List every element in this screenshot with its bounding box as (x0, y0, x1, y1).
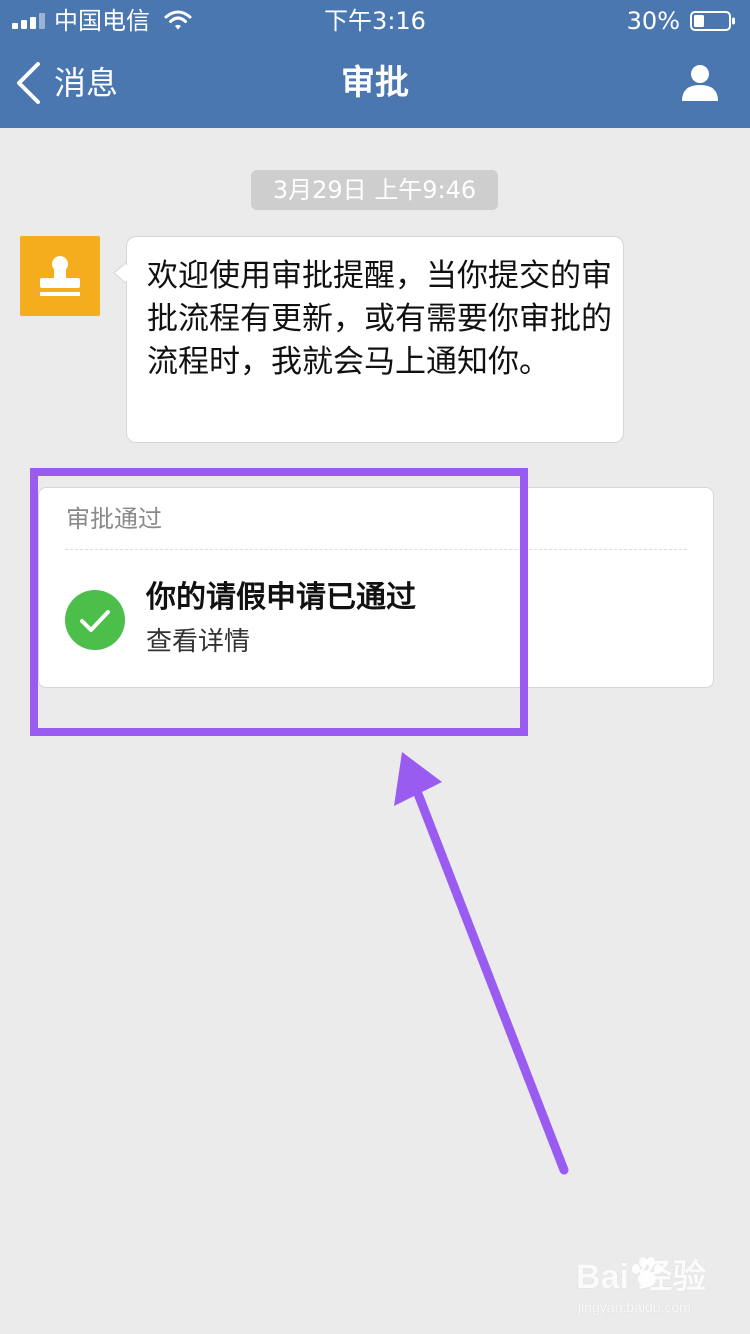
view-details-link[interactable]: 查看详情 (146, 624, 250, 660)
avatar[interactable] (20, 236, 100, 316)
navigation-bar: 消息 审批 (0, 40, 750, 128)
paw-icon (632, 1257, 662, 1287)
stamp-icon (40, 256, 80, 296)
message-timestamp: 3月29日 上午9:46 (251, 170, 498, 210)
card-title: 你的请假申请已通过 (146, 580, 416, 615)
battery-percentage: 30% (626, 7, 680, 35)
watermark-url: jingyan.baidu.com (578, 1299, 691, 1315)
card-header: 审批通过 (66, 505, 162, 533)
check-circle-icon (65, 590, 125, 650)
user-icon[interactable] (680, 62, 720, 102)
page-title: 审批 (341, 63, 409, 103)
battery-icon (690, 11, 735, 31)
bubble-tail-cover (117, 263, 129, 283)
message-bubble: 欢迎使用审批提醒，当你提交的审批流程有更新，或有需要你审批的流程时，我就会马上通… (126, 236, 624, 443)
card-divider (65, 549, 687, 550)
arrow-annotation (394, 752, 569, 1175)
watermark: Bai 经验 jingyan.baidu.com (574, 1252, 724, 1322)
top-bar: 中国电信 下午3:16 30% 消息 审批 (0, 0, 750, 128)
approval-card[interactable]: 审批通过 你的请假申请已通过 查看详情 (38, 487, 714, 688)
welcome-message: 欢迎使用审批提醒，当你提交的审批流程有更新，或有需要你审批的流程时，我就会马上通… (147, 258, 612, 380)
status-bar: 中国电信 下午3:16 30% (0, 0, 750, 40)
